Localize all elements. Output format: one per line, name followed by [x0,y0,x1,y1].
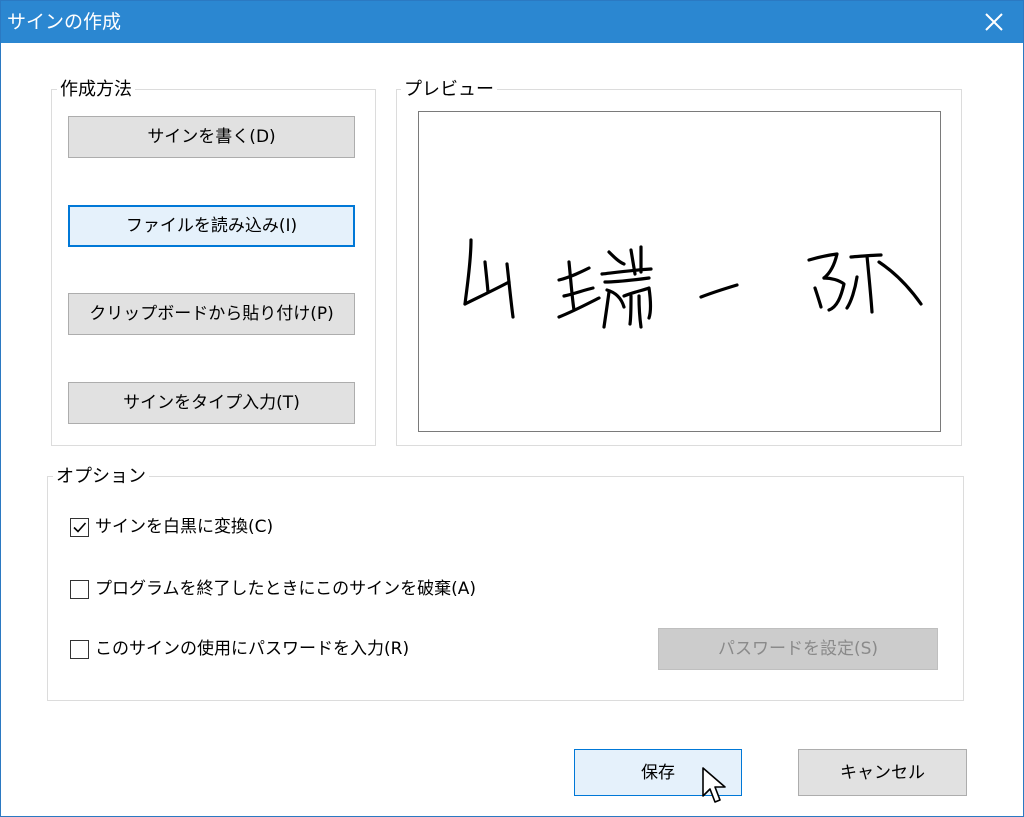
set-password-label: パスワードを設定(S) [717,639,879,659]
require-password-checkbox-row[interactable]: このサインの使用にパスワードを入力(R) [70,636,409,662]
checkmark-icon [73,521,87,533]
paste-clipboard-label: クリップボードから貼り付け(P) [89,304,334,324]
close-button[interactable] [965,1,1023,43]
method-group-legend: 作成方法 [57,79,135,101]
preview-group-legend: プレビュー [401,79,497,101]
discard-on-exit-checkbox-row[interactable]: プログラムを終了したときにこのサインを破棄(A) [70,576,476,602]
set-password-button: パスワードを設定(S) [658,628,938,670]
save-label: 保存 [641,762,675,783]
create-signature-dialog: サインの作成 作成方法 サインを書く(D) ファイルを読み込み(I) クリップボ… [0,0,1024,817]
save-button[interactable]: 保存 [574,749,742,796]
dialog-title: サインの作成 [7,11,122,33]
cancel-button[interactable]: キャンセル [798,749,967,796]
monochrome-label: サインを白黒に変換(C) [95,517,274,537]
title-bar: サインの作成 [1,1,1023,43]
close-icon [985,13,1003,31]
discard-on-exit-label: プログラムを終了したときにこのサインを破棄(A) [95,579,477,599]
require-password-checkbox[interactable] [70,639,89,659]
signature-preview [418,111,941,432]
handwritten-signature-image [463,238,923,329]
discard-on-exit-checkbox[interactable] [70,579,89,599]
type-signature-button[interactable]: サインをタイプ入力(T) [68,382,355,424]
type-signature-label: サインをタイプ入力(T) [123,393,300,413]
draw-signature-label: サインを書く(D) [147,127,276,147]
options-group-legend: オプション [53,466,149,488]
cancel-label: キャンセル [840,762,925,783]
monochrome-checkbox-row[interactable]: サインを白黒に変換(C) [70,514,273,540]
load-file-label: ファイルを読み込み(I) [125,216,298,236]
require-password-label: このサインの使用にパスワードを入力(R) [95,639,410,659]
draw-signature-button[interactable]: サインを書く(D) [68,116,355,158]
monochrome-checkbox[interactable] [70,517,89,537]
paste-clipboard-button[interactable]: クリップボードから貼り付け(P) [68,293,355,335]
load-file-button[interactable]: ファイルを読み込み(I) [68,205,355,247]
